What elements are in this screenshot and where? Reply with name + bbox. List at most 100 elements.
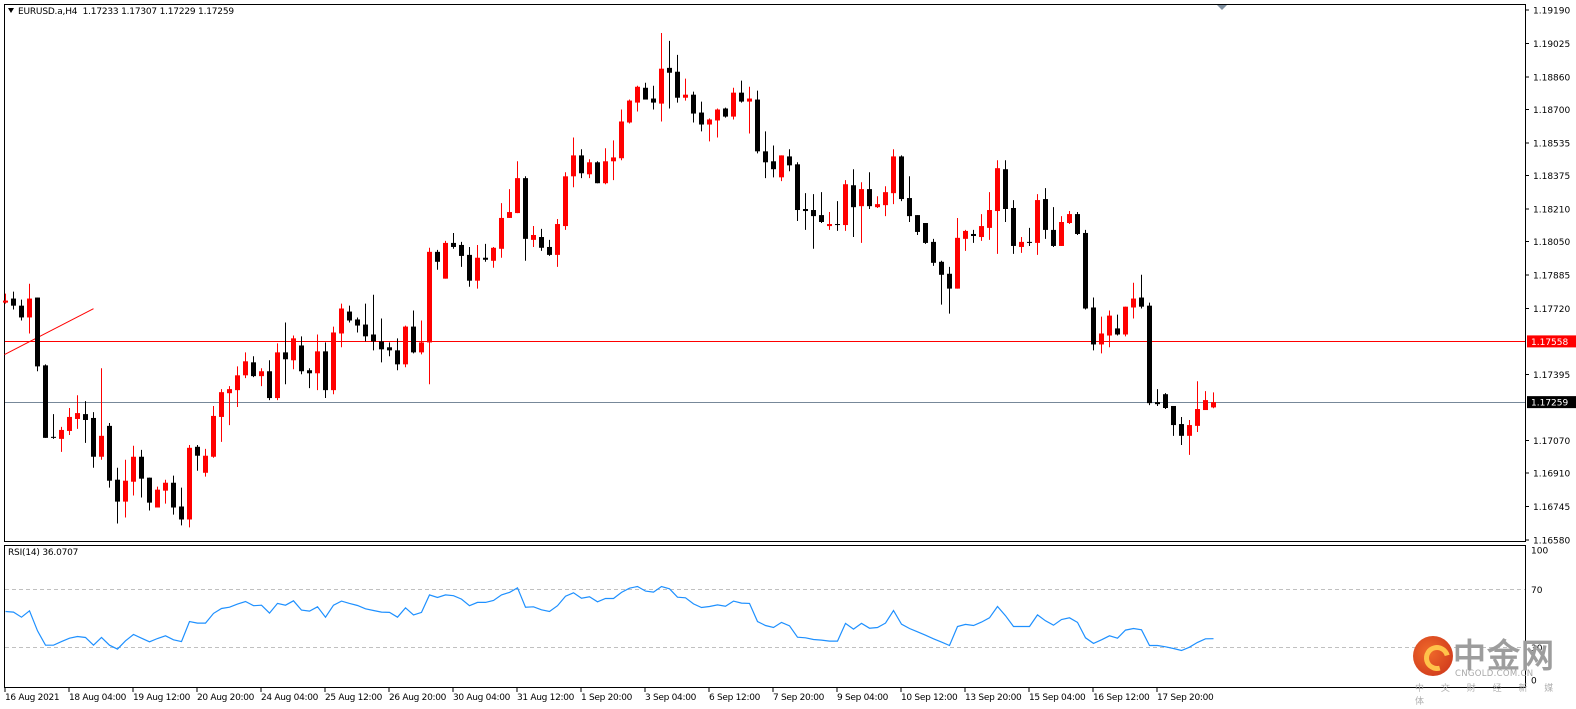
candle-body [1179,424,1184,436]
candle-body [683,94,688,98]
candle-body [939,261,944,275]
bearish-candle [107,423,112,488]
candle-body [795,164,800,211]
candle-body [971,233,976,237]
rsi-indicator-label: RSI(14) 36.0707 [8,548,79,558]
symbol-timeframe: EURUSD.a,H4 [18,7,78,17]
price-chart[interactable]: 1.19190 1.19025 1.18860 1.18700 1.18535 1.183… [0,0,1576,709]
candle-body [867,189,872,207]
candle-body [187,447,192,520]
candle-body [219,392,224,417]
candle-body [907,198,912,217]
candle-body [171,482,176,508]
candle-body [451,242,456,247]
candle-body [627,100,632,123]
candle-body [1123,306,1128,335]
candle-body [1051,229,1056,246]
candle-body [147,477,152,503]
candle-body [859,189,864,207]
time-tick-label: 15 Sep 04:00 [1029,693,1086,703]
candle-body [595,162,600,184]
candle-body [19,305,24,318]
candle-body [51,436,56,438]
candle-body [1155,402,1160,405]
time-tick-label: 31 Aug 12:00 [517,693,575,703]
candle-body [771,161,776,170]
candle-body [11,298,16,306]
candle-body [347,311,352,321]
candle-body [243,361,248,376]
candle-body [571,155,576,177]
bearish-candle [723,107,728,118]
candle-body [915,215,920,232]
candle-body [779,155,784,178]
candle-body [299,345,304,372]
candle-body [987,210,992,228]
candle-body [899,156,904,200]
time-tick-label: 10 Sep 12:00 [901,693,958,703]
candle-body [435,251,440,262]
candle-body [323,351,328,391]
price-tick-label: 1.17885 [1533,272,1570,282]
candle-body [707,119,712,125]
candle-body [267,371,272,399]
candle-body [539,237,544,248]
candle-body [67,416,72,431]
candle-body [1043,199,1048,230]
price-tick-label: 1.18700 [1533,106,1570,116]
rsi-tick-label: 0 [1531,677,1537,687]
price-tick-label: 1.16745 [1533,503,1570,513]
candle-body [763,151,768,163]
rsi-tick-label: 100 [1531,547,1548,557]
price-tick-label: 1.18375 [1533,172,1570,182]
candle-body [603,161,608,184]
candle-body [363,324,368,337]
candle-body [803,209,808,212]
candle-body [163,482,168,491]
candle-body [203,455,208,473]
level-price-label: 1.17558 [1531,338,1568,348]
bullish-candle [331,326,336,395]
bullish-candle [563,172,568,230]
candle-body [1147,305,1152,404]
candle-body [251,362,256,377]
candle-body [979,226,984,238]
bearish-candle [1075,212,1080,235]
main-chart-frame [4,4,1526,542]
candle-body [1027,241,1032,243]
candle-body [1091,307,1096,345]
candle-body [275,352,280,399]
candle-body [579,155,584,174]
rsi-tick-label: 70 [1531,586,1543,596]
bullish-candle [187,444,192,528]
price-tick-label: 1.16910 [1533,469,1570,479]
candle-body [59,429,64,439]
candle-body [883,192,888,206]
candle-body [483,257,488,260]
candle-body [923,223,928,243]
candle-body [235,375,240,391]
time-tick-label: 9 Sep 04:00 [837,693,889,703]
bearish-candle [1083,229,1088,310]
candle-body [715,109,720,121]
candle-body [1107,315,1112,336]
candle-body [195,446,200,456]
candle-body [3,300,8,303]
candle-body [827,224,832,227]
candle-body [643,87,648,100]
time-tick-label: 19 Aug 12:00 [133,693,191,703]
candle-body [1019,241,1024,247]
candle-body [83,414,88,420]
candle-body [467,254,472,281]
candle-body [835,224,840,226]
bearish-candle [1011,200,1016,254]
bearish-candle [923,223,928,244]
candle-body [843,184,848,226]
ohlc-readout: 1.17233 1.17307 1.17229 1.17259 [82,7,234,17]
candle-body [1083,232,1088,309]
time-tick-label: 13 Sep 20:00 [965,693,1022,703]
candle-body [1067,214,1072,224]
bearish-candle [35,297,40,372]
triangle-down-icon[interactable] [8,8,14,13]
time-tick-label: 16 Aug 2021 [5,693,59,703]
